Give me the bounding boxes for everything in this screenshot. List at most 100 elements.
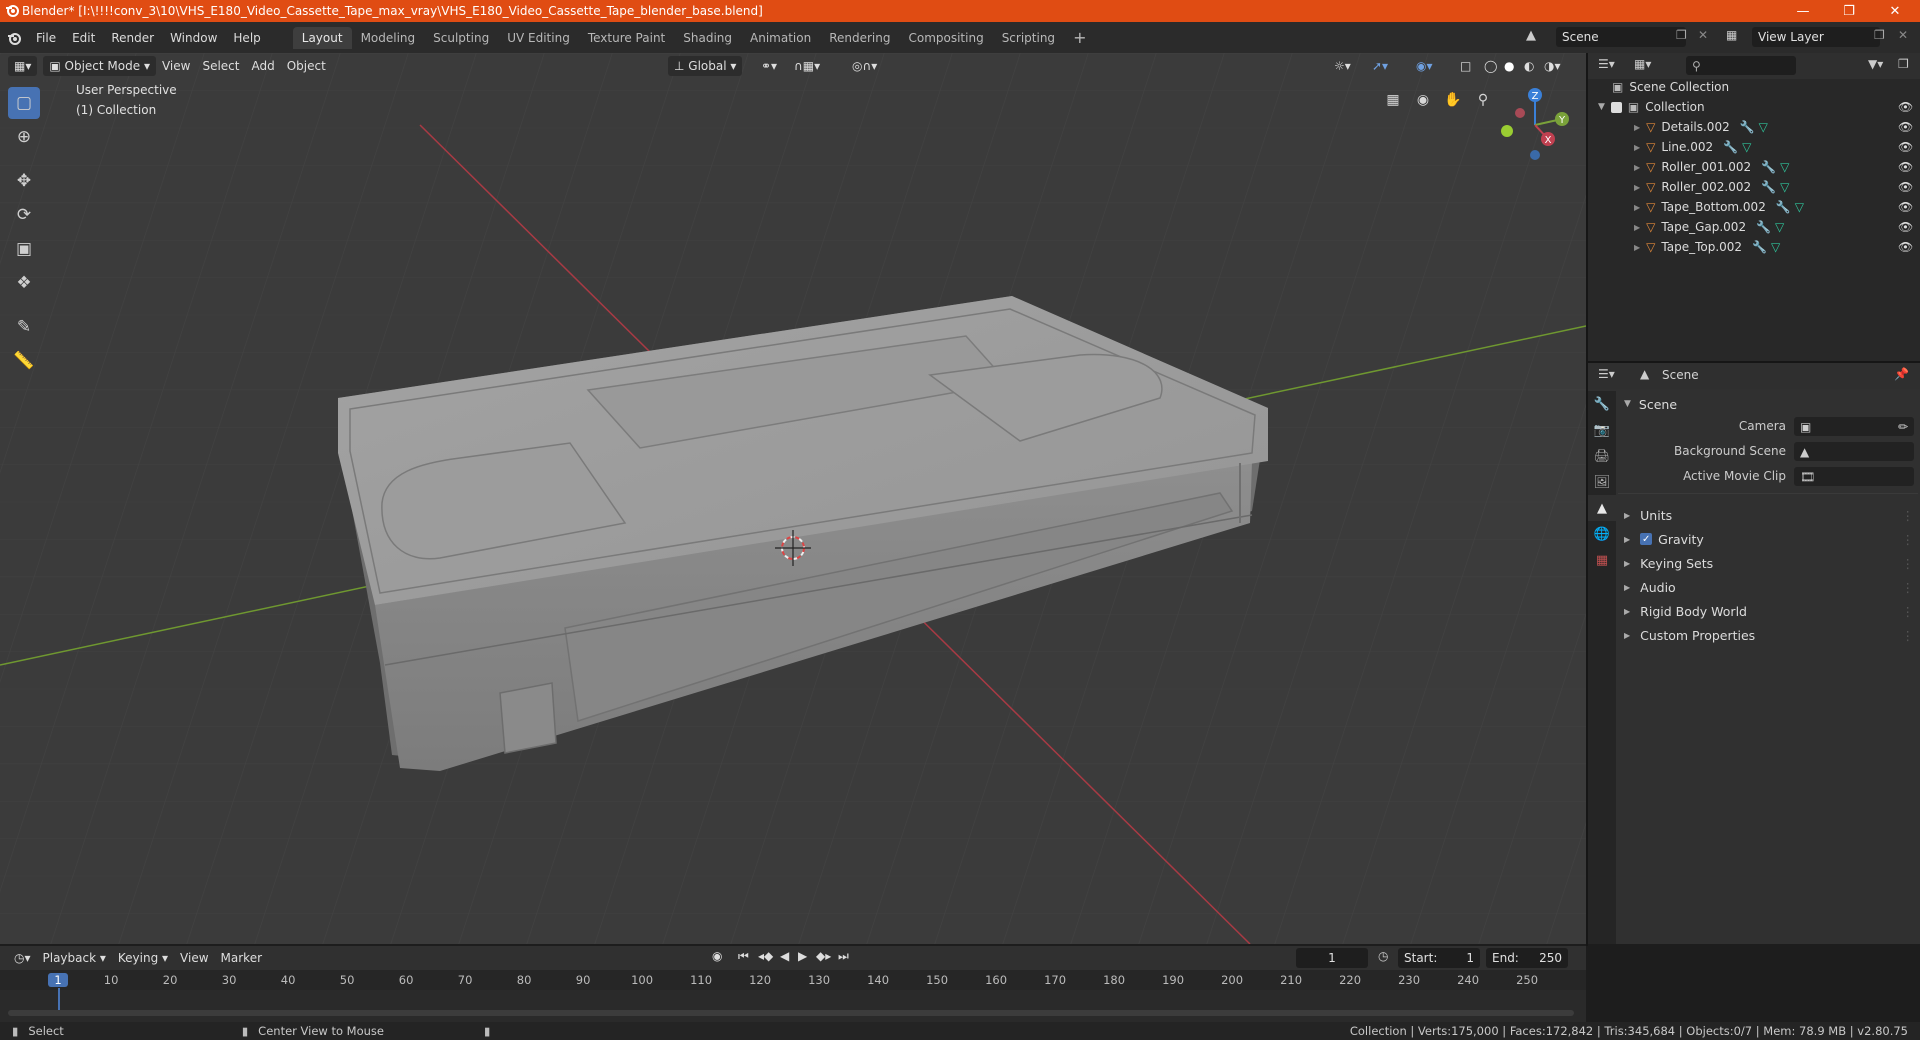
timeline-scrollbar[interactable] <box>8 1010 1574 1016</box>
modifier-wrench-icon[interactable]: 🔧 <box>1740 120 1755 134</box>
camera-view-icon[interactable]: ◉ <box>1410 87 1436 113</box>
cursor-tool-icon[interactable]: ⊕ <box>8 121 40 153</box>
jump-start-icon[interactable]: ⏮ <box>738 949 749 964</box>
pivot-point-icon[interactable]: ⚭▾ <box>755 56 783 76</box>
mesh-data-icon[interactable]: ▽ <box>1742 140 1751 154</box>
outliner-row-scene-collection[interactable]: ▣ Scene Collection <box>1588 77 1920 97</box>
object-visibility-eye-icon[interactable]: 👁 <box>1898 240 1913 254</box>
outliner-row-object[interactable]: ▶ ▽ Roller_001.002 🔧 ▽ 👁 <box>1588 157 1920 177</box>
object-visibility-eye-icon[interactable]: 👁 <box>1898 200 1913 214</box>
scene-panel-header[interactable]: ▼ Scene <box>1624 393 1914 415</box>
expand-arrow-icon[interactable]: ▶ <box>1634 123 1640 132</box>
display-mode-icon[interactable]: ▦▾ <box>1634 57 1651 71</box>
outliner-row-object[interactable]: ▶ ▽ Tape_Gap.002 🔧 ▽ 👁 <box>1588 217 1920 237</box>
collection-checkbox[interactable] <box>1610 101 1622 113</box>
prev-keyframe-icon[interactable]: ◂◆ <box>758 949 773 963</box>
tab-layout[interactable]: Layout <box>292 26 352 49</box>
marker-menu[interactable]: Marker <box>215 948 268 968</box>
close-button[interactable]: ✕ <box>1872 0 1918 22</box>
modifier-wrench-icon[interactable]: 🔧 <box>1761 180 1776 194</box>
output-tab-icon[interactable]: 🖨 <box>1588 443 1616 469</box>
expand-arrow-icon[interactable]: ▶ <box>1634 243 1640 252</box>
mesh-data-icon[interactable]: ▽ <box>1780 160 1789 174</box>
gizmo-toggle-icon[interactable]: ➚▾ <box>1366 56 1394 76</box>
overlay-toggle-icon[interactable]: ◉▾ <box>1410 56 1439 76</box>
3d-viewport[interactable]: Z Y X ▦▾ ▣ Object Mode ▾ View Select Add… <box>0 53 1586 944</box>
proportional-edit-icon[interactable]: ◎∩▾ <box>846 56 883 76</box>
tab-modeling[interactable]: Modeling <box>352 27 425 49</box>
object-visibility-eye-icon[interactable]: 👁 <box>1898 220 1913 234</box>
world-tab-icon[interactable]: 🌐 <box>1588 521 1616 547</box>
tab-animation[interactable]: Animation <box>741 27 820 49</box>
transform-orientation-dropdown[interactable]: ⊥ Global ▾ <box>668 56 743 76</box>
playback-menu[interactable]: Playback ▾ <box>37 948 112 968</box>
viewport-menu-object[interactable]: Object <box>281 56 332 76</box>
new-view-layer-icon[interactable]: ❐ <box>1874 28 1885 42</box>
modifier-wrench-icon[interactable]: 🔧 <box>1723 140 1738 154</box>
tab-compositing[interactable]: Compositing <box>899 27 992 49</box>
mesh-data-icon[interactable]: ▽ <box>1759 120 1768 134</box>
editor-type-icon[interactable]: ▦▾ <box>8 56 38 76</box>
viewport-scene[interactable]: Z Y X <box>0 53 1586 944</box>
remove-scene-icon[interactable]: ✕ <box>1698 28 1708 42</box>
properties-section-rigid-body-world[interactable]: ▶ Rigid Body World ⋮ <box>1624 600 1914 622</box>
viewport-menu-add[interactable]: Add <box>245 56 280 76</box>
zoom-icon[interactable]: ⚲ <box>1470 87 1496 113</box>
outliner-row-object[interactable]: ▶ ▽ Tape_Bottom.002 🔧 ▽ 👁 <box>1588 197 1920 217</box>
select-box-tool-icon[interactable]: ▢ <box>8 87 40 119</box>
view-layer-icon[interactable]: ▦ <box>1726 28 1737 42</box>
timeline-editor-icon[interactable]: ◷▾ <box>8 948 37 968</box>
expand-arrow-icon[interactable]: ▶ <box>1634 143 1640 152</box>
new-collection-icon[interactable]: ❐ <box>1898 57 1909 71</box>
start-frame-field[interactable]: Start: 1 <box>1398 948 1480 968</box>
area-divider-vertical[interactable] <box>1586 53 1588 946</box>
mesh-data-icon[interactable]: ▽ <box>1775 220 1784 234</box>
new-scene-icon[interactable]: ❐ <box>1676 28 1687 42</box>
modifier-wrench-icon[interactable]: 🔧 <box>1761 160 1776 174</box>
outliner-search-input[interactable]: ⚲ <box>1686 56 1796 75</box>
outliner-row-object[interactable]: ▶ ▽ Line.002 🔧 ▽ 👁 <box>1588 137 1920 157</box>
menu-help[interactable]: Help <box>225 31 268 45</box>
outliner-row-object[interactable]: ▶ ▽ Roller_002.002 🔧 ▽ 👁 <box>1588 177 1920 197</box>
tab-scripting[interactable]: Scripting <box>993 27 1064 49</box>
tab-sculpting[interactable]: Sculpting <box>424 27 498 49</box>
scale-tool-icon[interactable]: ▣ <box>8 233 40 265</box>
outliner-row-object[interactable]: ▶ ▽ Tape_Top.002 🔧 ▽ 👁 <box>1588 237 1920 257</box>
properties-section-units[interactable]: ▶ Units ⋮ <box>1624 504 1914 526</box>
tab-uv-editing[interactable]: UV Editing <box>498 27 579 49</box>
properties-section-custom-properties[interactable]: ▶ Custom Properties ⋮ <box>1624 624 1914 646</box>
properties-section-gravity[interactable]: ▶ ✓ Gravity ⋮ <box>1624 528 1914 550</box>
drag-handle-icon[interactable]: ⋮ <box>1902 556 1915 571</box>
object-visibility-eye-icon[interactable]: 👁 <box>1898 160 1913 174</box>
properties-section-keying-sets[interactable]: ▶ Keying Sets ⋮ <box>1624 552 1914 574</box>
filter-icon[interactable]: ▼▾ <box>1868 57 1883 71</box>
pan-hand-icon[interactable]: ✋ <box>1440 87 1466 113</box>
keying-menu[interactable]: Keying ▾ <box>112 948 174 968</box>
play-reverse-icon[interactable]: ◀ <box>780 949 789 963</box>
timeline-view-menu[interactable]: View <box>174 948 214 968</box>
next-keyframe-icon[interactable]: ◆▸ <box>816 949 831 963</box>
minimize-button[interactable]: — <box>1780 0 1826 22</box>
viewport-menu-view[interactable]: View <box>156 56 196 76</box>
scene-selector[interactable]: Scene <box>1556 27 1686 47</box>
scene-tab-icon[interactable]: ▲ <box>1588 495 1616 521</box>
viewport-menu-select[interactable]: Select <box>196 56 245 76</box>
timeline-track-area[interactable]: 1 10 20 30 40 50 60 70 80 90 100 110 120 130 140 150 160… <box>0 970 1586 1022</box>
scene-icon[interactable]: ▲ <box>1526 28 1536 43</box>
play-icon[interactable]: ▶ <box>798 949 807 963</box>
view-layer-tab-icon[interactable]: 🖼 <box>1588 469 1616 495</box>
end-frame-field[interactable]: End: 250 <box>1486 948 1568 968</box>
expand-arrow-icon[interactable]: ▶ <box>1634 183 1640 192</box>
mesh-data-icon[interactable]: ▽ <box>1771 240 1780 254</box>
record-icon[interactable]: ◉ <box>712 949 722 963</box>
background-scene-field[interactable]: ▲ <box>1794 442 1914 461</box>
tool-tab-icon[interactable]: 🔧 <box>1588 391 1616 417</box>
texture-tab-icon[interactable]: ▦ <box>1588 547 1616 573</box>
modifier-wrench-icon[interactable]: 🔧 <box>1756 220 1771 234</box>
frame-ruler[interactable]: 1 10 20 30 40 50 60 70 80 90 100 110 120 130 140 150 160… <box>0 970 1586 990</box>
add-workspace-icon[interactable]: + <box>1064 27 1095 49</box>
clock-icon[interactable]: ◷ <box>1378 949 1388 963</box>
pin-icon[interactable]: 📌 <box>1894 367 1909 381</box>
object-visibility-eye-icon[interactable]: 👁 <box>1898 180 1913 194</box>
object-mode-dropdown[interactable]: ▣ Object Mode ▾ <box>43 56 156 76</box>
